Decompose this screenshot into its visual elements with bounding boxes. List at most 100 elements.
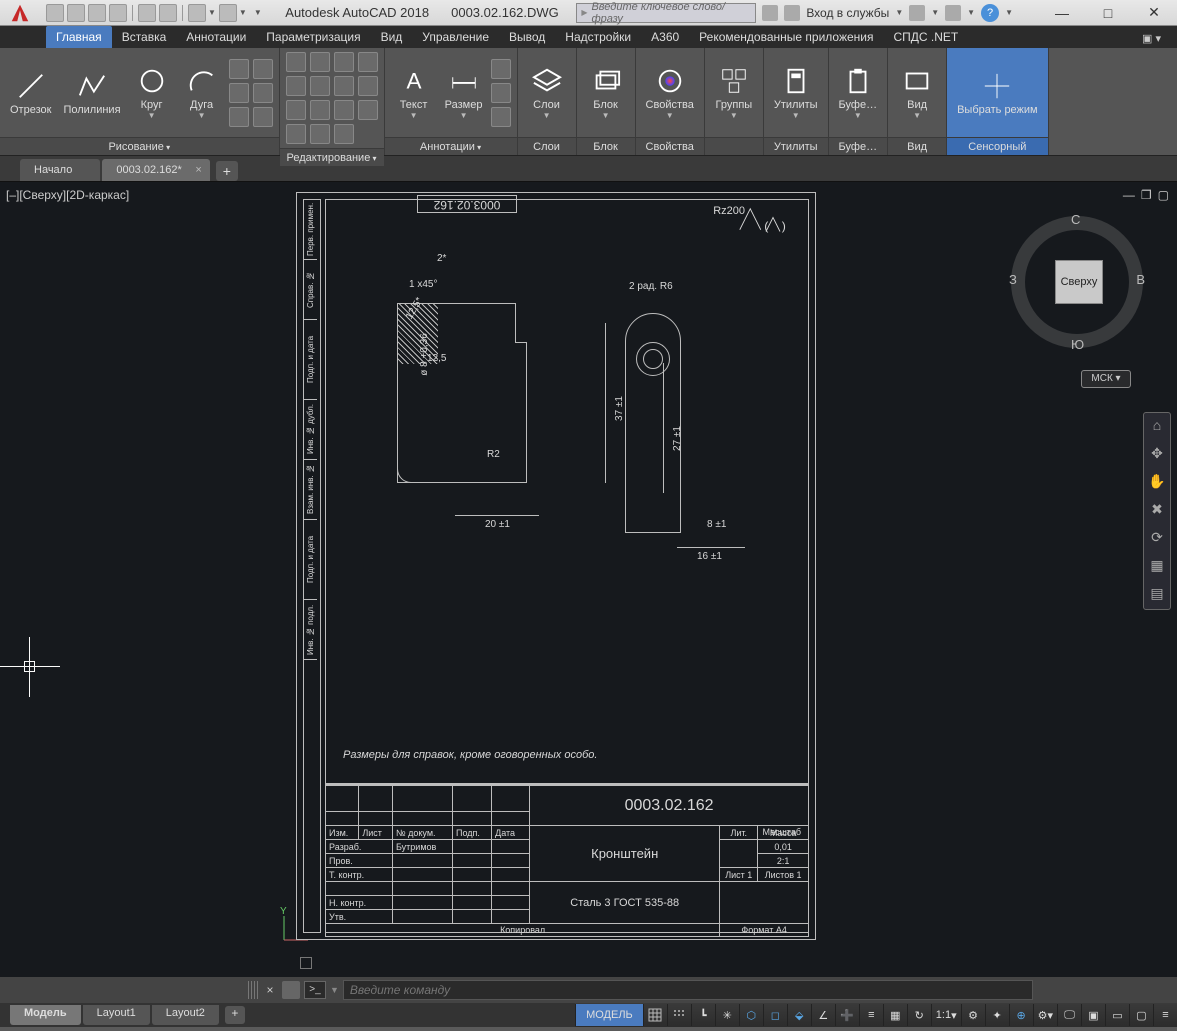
status-annovis-icon[interactable]: ✦	[985, 1004, 1009, 1026]
nav-showmotion-icon[interactable]: ▦	[1147, 557, 1167, 577]
modify-tool-icon[interactable]	[286, 100, 306, 120]
ribbon-minimize[interactable]: ▣ ▾	[1136, 29, 1167, 48]
status-otrack-icon[interactable]: ∠	[811, 1004, 835, 1026]
viewcube-south[interactable]: Ю	[1071, 337, 1084, 352]
app-menu-button[interactable]	[0, 0, 40, 26]
draw-tool-icon[interactable]	[253, 59, 273, 79]
ribbon-tab-featured[interactable]: Рекомендованные приложения	[689, 26, 883, 48]
nav-orbit-icon[interactable]: ⟳	[1147, 529, 1167, 549]
a360-icon[interactable]	[762, 5, 778, 21]
vp-restore-icon[interactable]: ❐	[1141, 188, 1152, 202]
clipboard-button[interactable]: Буфе…▼	[835, 63, 882, 122]
qat-preview-icon[interactable]	[159, 4, 177, 22]
status-transp-icon[interactable]: ▦	[883, 1004, 907, 1026]
modify-tool-icon[interactable]	[310, 124, 330, 144]
touch-mode-button[interactable]: Выбрать режим	[953, 68, 1042, 118]
nav-more-icon[interactable]: ▤	[1147, 585, 1167, 605]
ribbon-tab-annotate[interactable]: Аннотации	[176, 26, 256, 48]
utilities-button[interactable]: Утилиты▼	[770, 63, 822, 122]
vp-min-icon[interactable]: —	[1123, 188, 1135, 202]
window-minimize[interactable]: —	[1039, 0, 1085, 26]
wcs-badge[interactable]: МСК ▾	[1081, 370, 1131, 388]
qat-save-icon[interactable]	[88, 4, 106, 22]
nav-home-icon[interactable]: ⌂	[1147, 417, 1167, 437]
status-hw-icon[interactable]: ▣	[1081, 1004, 1105, 1026]
modify-tool-icon[interactable]	[334, 124, 354, 144]
layers-button[interactable]: Слои▼	[524, 63, 570, 122]
modify-tool-icon[interactable]	[310, 52, 330, 72]
ribbon-tab-a360[interactable]: A360	[641, 26, 689, 48]
viewport-label[interactable]: [–][Сверху][2D-каркас]	[6, 188, 129, 202]
modify-tool-icon[interactable]	[286, 52, 306, 72]
properties-button[interactable]: Свойства▼	[642, 63, 698, 122]
nav-wheel-icon[interactable]: ✥	[1147, 445, 1167, 465]
status-osnap-icon[interactable]: ◻	[763, 1004, 787, 1026]
viewcube-west[interactable]: З	[1009, 272, 1017, 287]
window-close[interactable]: ✕	[1131, 0, 1177, 26]
status-iso2-icon[interactable]: ▭	[1105, 1004, 1129, 1026]
dimension-button[interactable]: Размер▼	[441, 63, 487, 122]
arc-button[interactable]: Дуга▼	[179, 63, 225, 122]
qat-undo-icon[interactable]	[188, 4, 206, 22]
status-dyn-icon[interactable]: ➕	[835, 1004, 859, 1026]
signin-label[interactable]: Вход в службы	[806, 6, 889, 20]
polyline-button[interactable]: Полилиния	[59, 68, 124, 118]
layout-tab-model[interactable]: Модель	[10, 1005, 81, 1025]
modify-tool-icon[interactable]	[358, 52, 378, 72]
ribbon-tab-manage[interactable]: Управление	[412, 26, 499, 48]
status-snap-icon[interactable]	[667, 1004, 691, 1026]
modify-tool-icon[interactable]	[334, 100, 354, 120]
draw-tool-icon[interactable]	[229, 59, 249, 79]
modify-tool-icon[interactable]	[358, 100, 378, 120]
status-polar-icon[interactable]: ✳	[715, 1004, 739, 1026]
status-lwt-icon[interactable]: ≡	[859, 1004, 883, 1026]
vp-max-icon[interactable]: ▢	[1158, 188, 1169, 202]
line-button[interactable]: Отрезок	[6, 68, 55, 118]
viewcube-north[interactable]: С	[1071, 212, 1080, 227]
modify-tool-icon[interactable]	[334, 76, 354, 96]
ribbon-tab-spds[interactable]: СПДС .NET	[884, 26, 969, 48]
status-gear-icon[interactable]: ⚙	[961, 1004, 985, 1026]
draw-tool-icon[interactable]	[229, 107, 249, 127]
status-ortho-icon[interactable]: ┗	[691, 1004, 715, 1026]
cmd-drag-handle[interactable]	[248, 981, 258, 999]
close-icon[interactable]: ×	[195, 164, 201, 176]
file-tab-start[interactable]: Начало	[20, 159, 100, 181]
qat-plot-icon[interactable]	[138, 4, 156, 22]
file-tab-current[interactable]: 0003.02.162*×	[102, 159, 209, 181]
status-scale[interactable]: 1:1 ▾	[931, 1004, 961, 1026]
signin-icon[interactable]	[784, 5, 800, 21]
annotation-tool-icon[interactable]	[491, 83, 511, 103]
status-grid-icon[interactable]	[643, 1004, 667, 1026]
annotation-tool-icon[interactable]	[491, 107, 511, 127]
modify-tool-icon[interactable]	[334, 52, 354, 72]
modify-tool-icon[interactable]	[310, 100, 330, 120]
exchange-icon[interactable]	[909, 5, 925, 21]
qat-customize[interactable]: ▼	[254, 8, 262, 17]
ribbon-tab-view[interactable]: Вид	[371, 26, 413, 48]
ribbon-tab-insert[interactable]: Вставка	[112, 26, 177, 48]
status-3dosnap-icon[interactable]: ⬙	[787, 1004, 811, 1026]
drawing-viewport[interactable]: [–][Сверху][2D-каркас] — ❐ ▢ Сверху С Ю …	[0, 182, 1177, 977]
infocenter-search[interactable]: Введите ключевое слово/фразу	[576, 3, 756, 23]
draw-tool-icon[interactable]	[253, 83, 273, 103]
layout-tab-2[interactable]: Layout2	[152, 1005, 219, 1025]
help-button[interactable]: ?	[981, 4, 999, 22]
modify-tool-icon[interactable]	[286, 76, 306, 96]
stayconnected-icon[interactable]	[945, 5, 961, 21]
viewcube[interactable]: Сверху С Ю В З	[1007, 212, 1147, 352]
annotation-tool-icon[interactable]	[491, 59, 511, 79]
modify-tool-icon[interactable]	[310, 76, 330, 96]
layout-add-button[interactable]: +	[225, 1006, 245, 1024]
draw-tool-icon[interactable]	[229, 83, 249, 103]
cmd-customize-icon[interactable]	[282, 981, 300, 999]
command-input[interactable]	[343, 980, 1033, 1000]
status-model[interactable]: МОДЕЛЬ	[575, 1004, 643, 1026]
qat-open-icon[interactable]	[67, 4, 85, 22]
ribbon-tab-output[interactable]: Вывод	[499, 26, 555, 48]
viewcube-east[interactable]: В	[1136, 272, 1145, 287]
nav-pan-icon[interactable]: ✋	[1147, 473, 1167, 493]
block-button[interactable]: Блок▼	[583, 63, 629, 122]
qat-saveas-icon[interactable]	[109, 4, 127, 22]
status-iso-icon[interactable]: ⬡	[739, 1004, 763, 1026]
